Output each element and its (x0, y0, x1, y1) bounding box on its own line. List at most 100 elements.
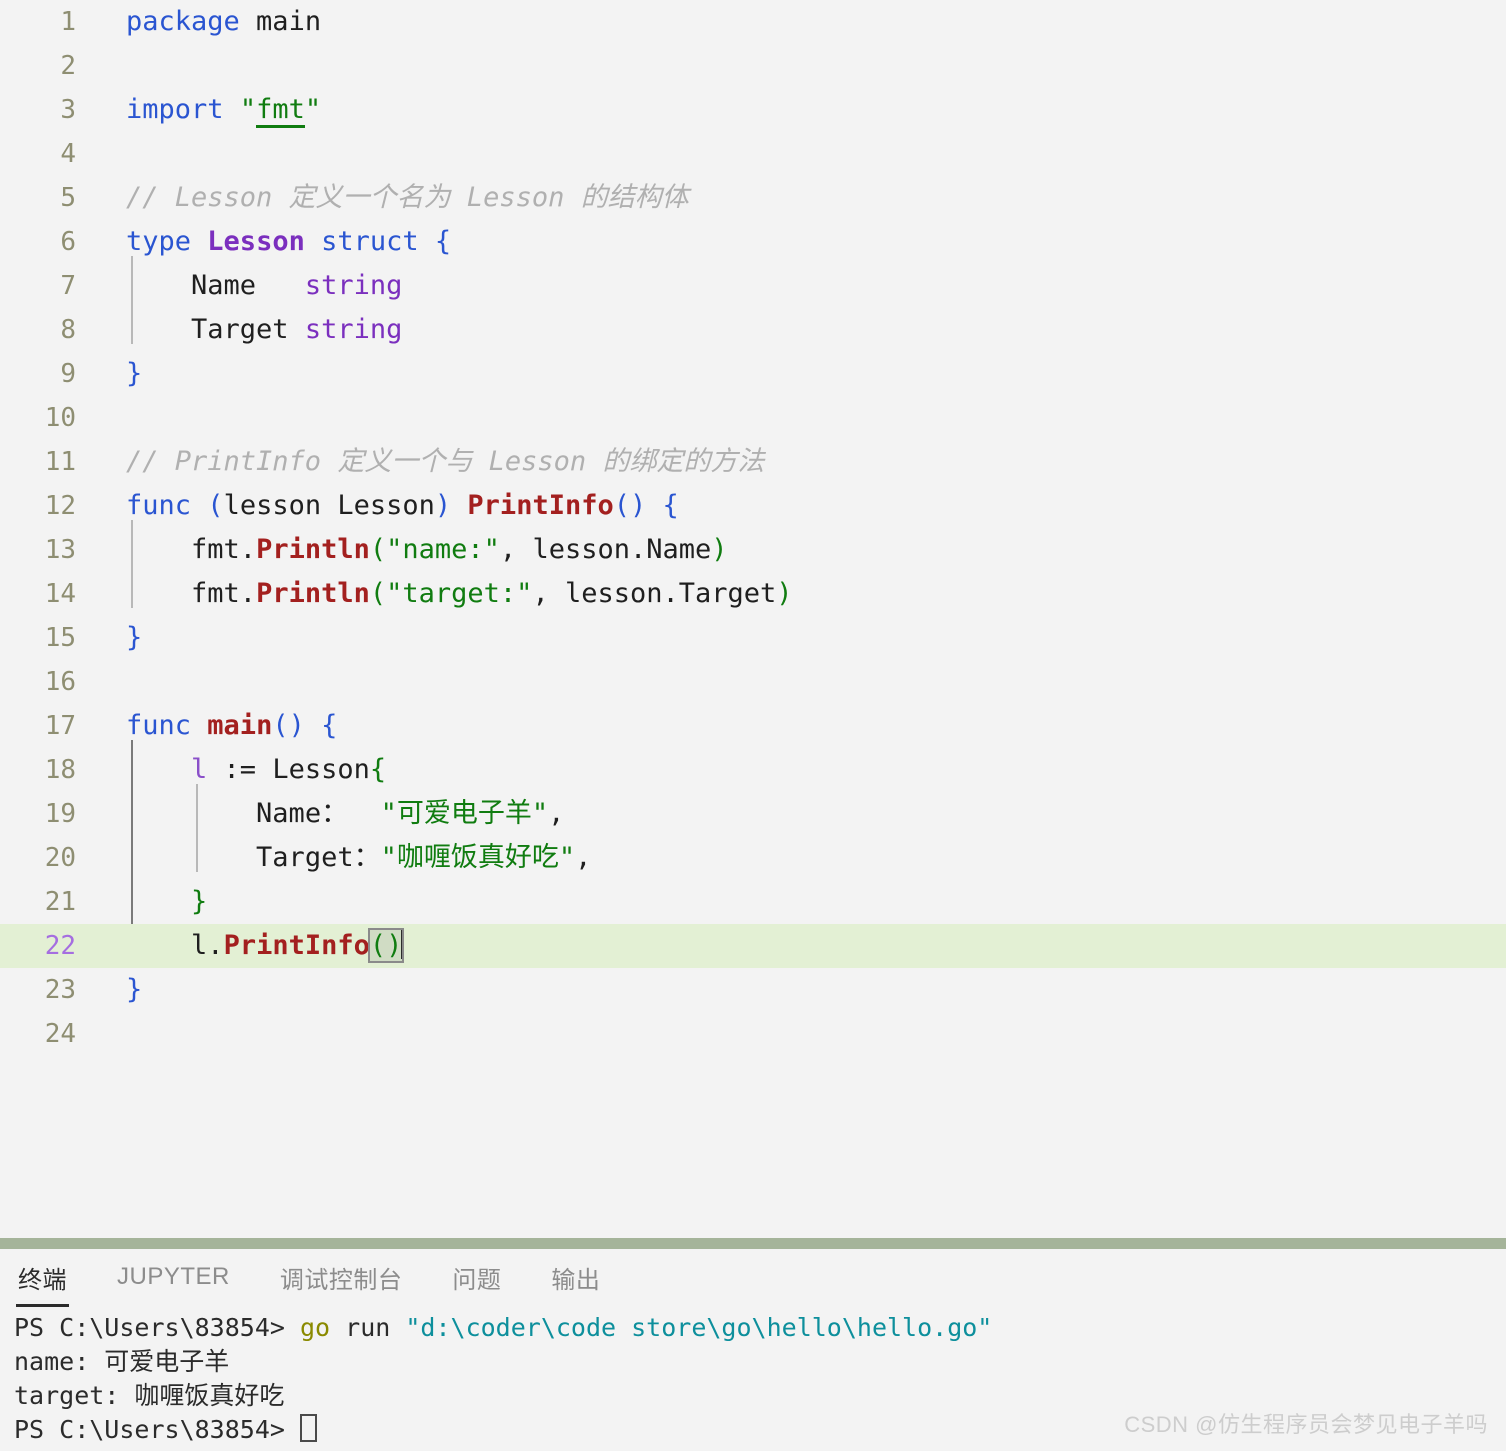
token-operator: := (207, 754, 273, 785)
token-function-name: Println (256, 534, 370, 565)
import-path-link[interactable]: fmt (256, 94, 305, 128)
token-paren: ) (776, 578, 793, 609)
token-keyword: struct (321, 226, 419, 257)
code-line-5[interactable]: 5 // Lesson 定义一个名为 Lesson 的结构体 (0, 176, 1506, 220)
line-source: func main() { (126, 704, 337, 748)
line-number: 11 (44, 447, 76, 477)
token-comma: , (499, 534, 533, 565)
token-type-name: Lesson (207, 226, 305, 257)
code-line-13[interactable]: 13 fmt.Println("name:", lesson.Name) (0, 528, 1506, 572)
code-line-23[interactable]: 23 } (0, 968, 1506, 1012)
code-line-7[interactable]: 7 Name string (0, 264, 1506, 308)
code-line-3[interactable]: 3 import "fmt" (0, 88, 1506, 132)
token-string: "可爱电子羊" (380, 798, 549, 829)
line-number: 7 (60, 271, 76, 301)
line-source: package main (126, 0, 321, 44)
code-line-2[interactable]: 2 (0, 44, 1506, 88)
token-string: "name:" (386, 534, 500, 565)
code-line-24[interactable]: 24 (0, 1012, 1506, 1056)
token-brace: } (191, 886, 208, 917)
token-paren: ( (369, 578, 387, 609)
code-line-17[interactable]: 17 func main() { (0, 704, 1506, 748)
token-brace: { (321, 710, 338, 741)
token-brace: } (126, 974, 143, 1005)
token-brace: { (662, 490, 679, 521)
bracket-match-highlight: () (367, 928, 405, 963)
line-source: Target string (126, 308, 402, 352)
line-source: type Lesson struct { (126, 220, 451, 264)
code-line-1[interactable]: 1 package main (0, 0, 1506, 44)
code-line-10[interactable]: 10 (0, 396, 1506, 440)
line-number: 20 (44, 843, 76, 873)
token-receiver: lesson Lesson (223, 490, 435, 521)
line-source: fmt.Println("target:", lesson.Target) (126, 572, 793, 616)
token-paren: () (613, 490, 647, 521)
line-number: 14 (44, 579, 76, 609)
terminal-command-name: go (299, 1313, 331, 1342)
token-quote: " (304, 94, 322, 125)
token-paren: ( (369, 534, 387, 565)
tab-output[interactable]: 输出 (549, 1254, 602, 1307)
terminal-cursor (299, 1414, 317, 1442)
token-string: "target:" (386, 578, 533, 609)
token-field-name: Name (191, 270, 257, 301)
terminal-command-path: "d:\coder\code store\go\hello\hello.go" (405, 1313, 993, 1342)
token-brace: } (126, 358, 143, 389)
line-source: Name string (126, 264, 402, 308)
line-number: 6 (60, 227, 76, 257)
token-keyword: import (126, 94, 224, 125)
token-identifier: main (239, 6, 322, 37)
token-type: string (304, 314, 403, 345)
token-function-name: main (207, 710, 273, 741)
code-line-15[interactable]: 15 } (0, 616, 1506, 660)
line-number: 23 (44, 975, 76, 1005)
line-number: 9 (60, 359, 76, 389)
token-comment: // PrintInfo 定义一个与 Lesson 的绑定的方法 (126, 446, 765, 477)
tab-problems[interactable]: 问题 (450, 1254, 503, 1307)
code-line-19[interactable]: 19 Name： "可爱电子羊", (0, 792, 1506, 836)
line-source: import "fmt" (126, 88, 321, 132)
code-editor[interactable]: 1 package main 2 3 import "fmt" 4 5 // L… (0, 0, 1506, 1240)
line-number: 13 (44, 535, 76, 565)
line-number: 16 (44, 667, 76, 697)
token-type: string (304, 270, 403, 301)
line-number: 17 (44, 711, 76, 741)
token-string: "咖喱饭真好吃" (380, 842, 576, 873)
code-line-6[interactable]: 6 type Lesson struct { (0, 220, 1506, 264)
token-comma: , (575, 842, 592, 873)
line-number: 21 (44, 887, 76, 917)
line-number: 19 (44, 799, 76, 829)
token-variable: l (191, 754, 208, 785)
code-line-12[interactable]: 12 func (lesson Lesson) PrintInfo() { (0, 484, 1506, 528)
token-field-key: Name： (256, 798, 349, 829)
tab-jupyter[interactable]: JUPYTER (115, 1257, 232, 1303)
code-line-22-active[interactable]: 22 l.PrintInfo() (0, 924, 1506, 968)
code-line-21[interactable]: 21 } (0, 880, 1506, 924)
token-brace: } (126, 622, 143, 653)
line-source: l.PrintInfo() (126, 924, 405, 968)
token-paren: ) (434, 490, 452, 521)
token-comment: // Lesson 定义一个名为 Lesson 的结构体 (126, 182, 689, 213)
code-line-4[interactable]: 4 (0, 132, 1506, 176)
tab-debug-console[interactable]: 调试控制台 (278, 1254, 405, 1307)
code-line-14[interactable]: 14 fmt.Println("target:", lesson.Target) (0, 572, 1506, 616)
tab-terminal[interactable]: 终端 (16, 1254, 69, 1307)
token-function-name: Println (256, 578, 370, 609)
code-line-18[interactable]: 18 l := Lesson{ (0, 748, 1506, 792)
token-variable: l (191, 930, 208, 961)
token-quote: " (239, 94, 257, 125)
token-paren: ) (711, 534, 728, 565)
line-source: fmt.Println("name:", lesson.Name) (126, 528, 728, 572)
code-line-11[interactable]: 11 // PrintInfo 定义一个与 Lesson 的绑定的方法 (0, 440, 1506, 484)
token-argument: lesson.Name (532, 534, 712, 565)
code-line-9[interactable]: 9 } (0, 352, 1506, 396)
token-field-name: Target (191, 314, 289, 345)
code-line-20[interactable]: 20 Target："咖喱饭真好吃", (0, 836, 1506, 880)
panel-resize-divider[interactable] (0, 1238, 1506, 1249)
token-comma: , (548, 798, 565, 829)
terminal-prompt: PS C:\Users\83854> (14, 1313, 300, 1342)
code-line-16[interactable]: 16 (0, 660, 1506, 704)
token-argument: lesson.Target (564, 578, 777, 609)
code-line-8[interactable]: 8 Target string (0, 308, 1506, 352)
line-number: 3 (60, 95, 76, 125)
